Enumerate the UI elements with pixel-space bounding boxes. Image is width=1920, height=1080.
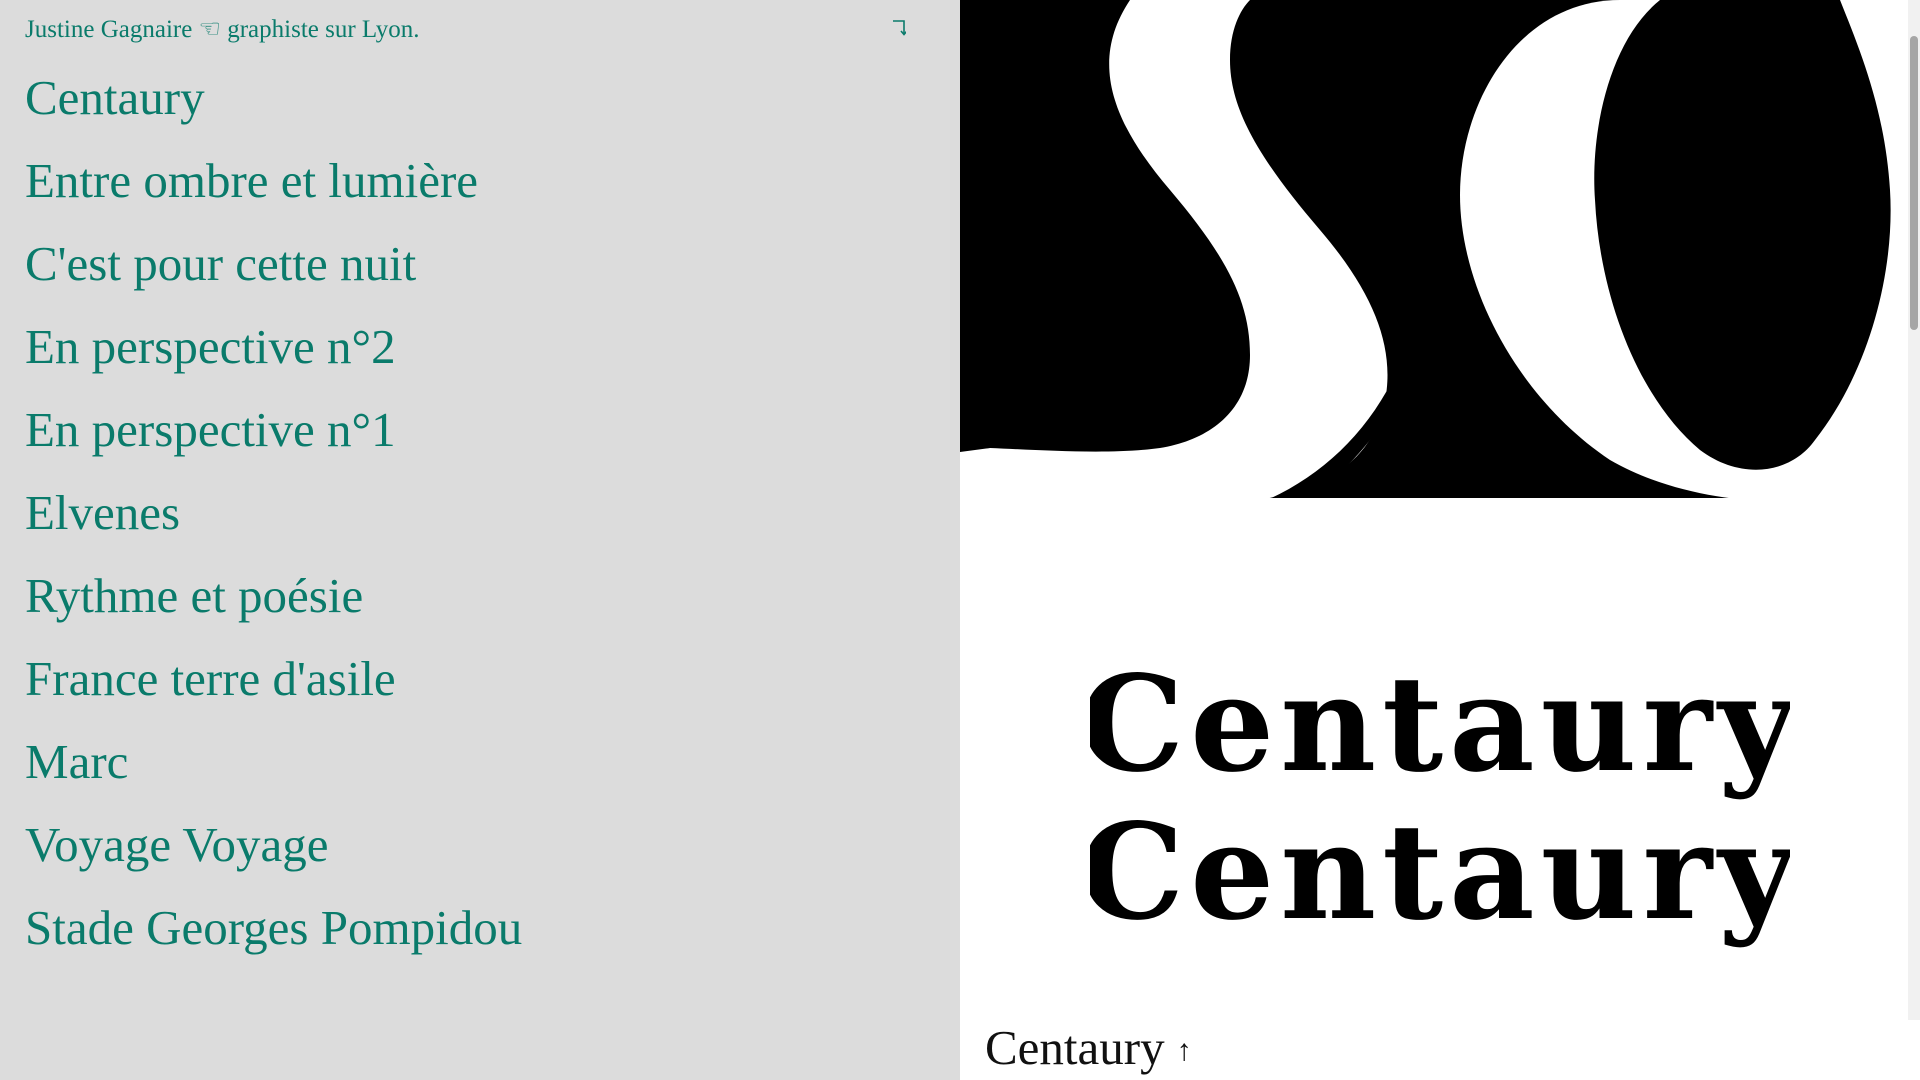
- project-link-rythme-et-poesie[interactable]: Rythme et poésie: [25, 554, 522, 637]
- corner-arrow-icon[interactable]: [892, 20, 906, 36]
- project-link-entre-ombre-et-lumiere[interactable]: Entre ombre et lumière: [25, 139, 522, 222]
- project-link-voyage-voyage[interactable]: Voyage Voyage: [25, 803, 522, 886]
- project-link-en-perspective-1[interactable]: En perspective n°1: [25, 388, 522, 471]
- portfolio-page: Justine Gagnaire ☜ graphiste sur Lyon. C…: [0, 0, 1920, 1080]
- hero-letterform-artwork: [960, 0, 1908, 503]
- project-index-panel: Justine Gagnaire ☜ graphiste sur Lyon. C…: [0, 0, 960, 1080]
- project-link-marc[interactable]: Marc: [25, 720, 522, 803]
- project-caption: Centaury ↑: [985, 1018, 1192, 1080]
- project-link-stade-georges-pompidou[interactable]: Stade Georges Pompidou: [25, 886, 522, 969]
- project-link-cest-pour-cette-nuit[interactable]: C'est pour cette nuit: [25, 222, 522, 305]
- project-link-en-perspective-2[interactable]: En perspective n°2: [25, 305, 522, 388]
- specimen-line-2: Centaury: [1090, 795, 1790, 950]
- project-list: Centaury Entre ombre et lumière C'est po…: [25, 56, 522, 969]
- project-link-elvenes[interactable]: Elvenes: [25, 471, 522, 554]
- specimen-line-1: Centaury: [1090, 647, 1790, 802]
- scroll-up-arrow-icon[interactable]: ↑: [1177, 1034, 1192, 1067]
- typeface-specimen: Centaury Centaury: [1090, 647, 1790, 950]
- project-link-centaury[interactable]: Centaury: [25, 56, 522, 139]
- project-caption-title: Centaury: [985, 1020, 1165, 1075]
- project-preview-panel: Centaury Centaury Centaury ↑: [960, 0, 1920, 1080]
- project-link-france-terre-dasile[interactable]: France terre d'asile: [25, 637, 522, 720]
- scrollbar-thumb[interactable]: [1910, 36, 1918, 330]
- site-intro[interactable]: Justine Gagnaire ☜ graphiste sur Lyon.: [25, 14, 420, 45]
